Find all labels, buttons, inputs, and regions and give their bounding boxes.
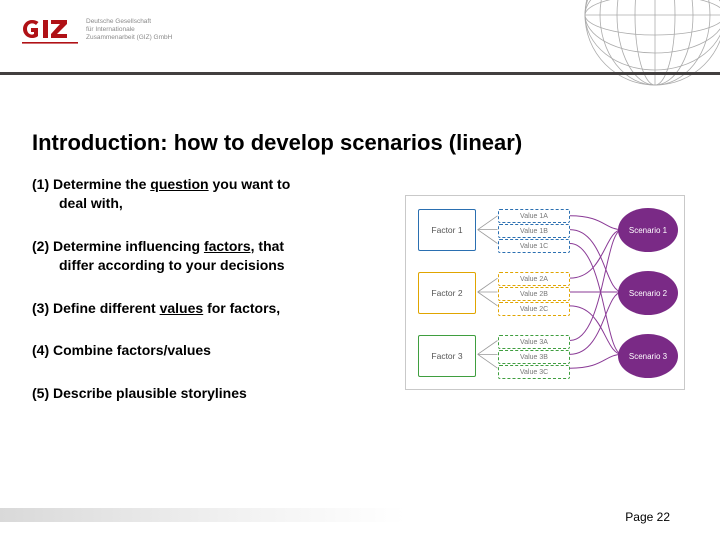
slide: Deutsche Gesellschaft für Internationale…: [0, 0, 720, 540]
value-box: Value 3C: [498, 365, 570, 379]
page-title: Introduction: how to develop scenarios (…: [32, 130, 522, 156]
factor-box: Factor 1: [418, 209, 476, 251]
tagline-line: Deutsche Gesellschaft: [86, 18, 172, 26]
step-3: (3) Define different values for factors,: [32, 299, 382, 318]
value-box: Value 2C: [498, 302, 570, 316]
step-number: (5): [32, 385, 49, 401]
scenario-diagram: Factor 1 Value 1A Value 1B Value 1C Scen…: [405, 195, 685, 390]
value-box: Value 1C: [498, 239, 570, 253]
tagline-line: für Internationale: [86, 26, 172, 34]
factor-box: Factor 3: [418, 335, 476, 377]
scenario-bubble: Scenario 3: [618, 334, 678, 378]
step-line2: deal with,: [32, 194, 382, 213]
footer-bar: [0, 508, 405, 522]
value-box: Value 3B: [498, 350, 570, 364]
tagline-line: Zusammenarbeit (GIZ) GmbH: [86, 34, 172, 42]
step-text: Determine the question you want to: [53, 176, 290, 192]
step-number: (2): [32, 238, 49, 254]
step-text: Determine influencing factors, that: [53, 238, 284, 254]
scenario-bubble: Scenario 1: [618, 208, 678, 252]
step-4: (4) Combine factors/values: [32, 341, 382, 360]
factor-box: Factor 2: [418, 272, 476, 314]
logo-tagline: Deutsche Gesellschaft für Internationale…: [86, 18, 172, 42]
value-box: Value 1A: [498, 209, 570, 223]
scenario-bubble: Scenario 2: [618, 271, 678, 315]
globe-icon: [560, 0, 720, 90]
step-1: (1) Determine the question you want to d…: [32, 175, 382, 213]
giz-logo-icon: [22, 16, 78, 50]
value-box: Value 2A: [498, 272, 570, 286]
step-number: (3): [32, 300, 49, 316]
logo: Deutsche Gesellschaft für Internationale…: [22, 16, 172, 50]
step-2: (2) Determine influencing factors, that …: [32, 237, 382, 275]
step-number: (1): [32, 176, 49, 192]
value-box: Value 1B: [498, 224, 570, 238]
step-5: (5) Describe plausible storylines: [32, 384, 382, 403]
step-text: Define different values for factors,: [53, 300, 280, 316]
step-text: Describe plausible storylines: [53, 385, 247, 401]
step-text: Combine factors/values: [53, 342, 211, 358]
step-number: (4): [32, 342, 49, 358]
value-box: Value 2B: [498, 287, 570, 301]
steps-list: (1) Determine the question you want to d…: [32, 175, 382, 427]
value-box: Value 3A: [498, 335, 570, 349]
step-line2: differ according to your decisions: [32, 256, 382, 275]
page-number: Page 22: [625, 510, 670, 524]
header: Deutsche Gesellschaft für Internationale…: [0, 0, 720, 80]
header-divider: [0, 72, 720, 75]
